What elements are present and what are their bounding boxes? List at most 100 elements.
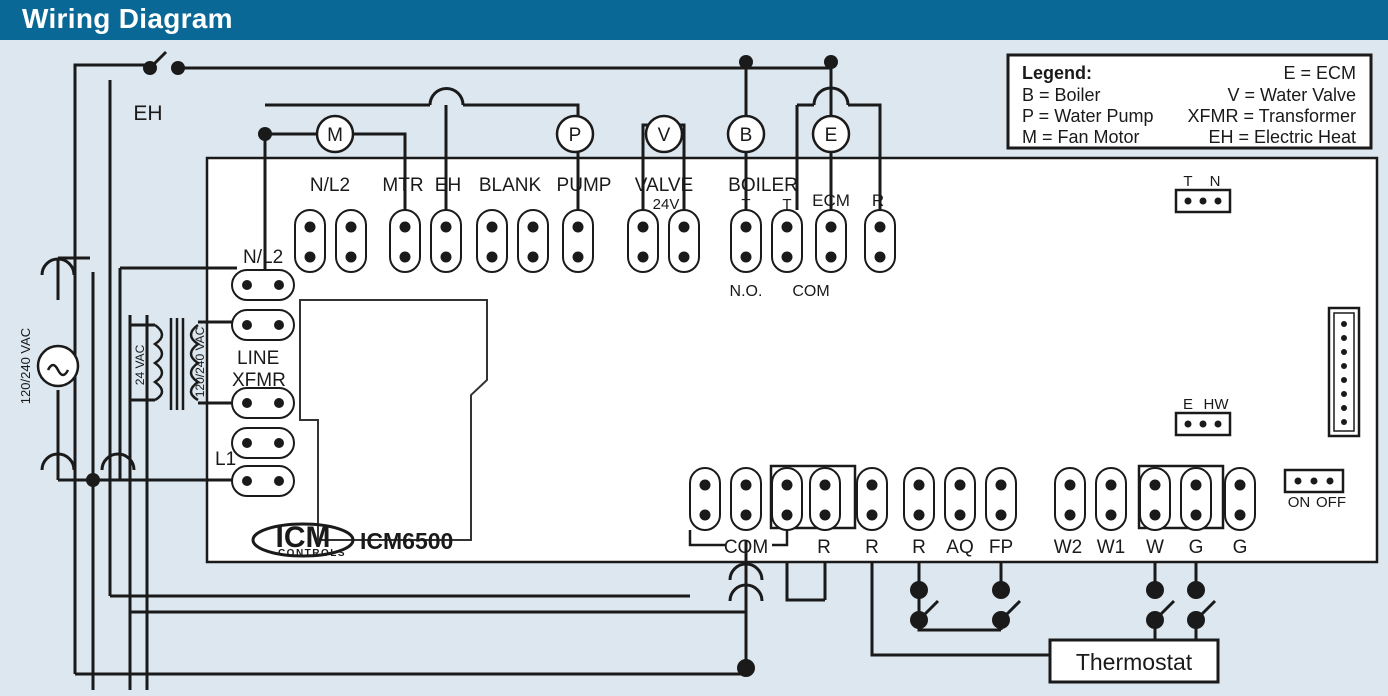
jumper-tn-label-n: N [1210, 173, 1221, 190]
legend-box: Legend: B = Boiler P = Water Pump M = Fa… [1006, 53, 1373, 150]
top-terminal-label-eh: EH [435, 175, 461, 196]
aq-switch[interactable] [910, 581, 940, 629]
top-terminal[interactable] [389, 209, 421, 273]
boiler-pin-label-right: T [782, 196, 791, 213]
wiring-diagram-page: Wiring Diagram M P V B E EH 120/240 VAC … [0, 0, 1388, 696]
bottom-terminal-label-r2: R [865, 537, 879, 558]
xfmr-secondary-coil [152, 323, 164, 402]
left-terminal-label-nl2: N/L2 [243, 247, 283, 268]
legend-entry-eh: EH = Electric Heat [1208, 127, 1356, 147]
bottom-terminal[interactable] [1224, 467, 1256, 531]
icm-logo-subtext: CONTROLS [278, 548, 346, 559]
top-terminal-label-valve: VALVE [635, 175, 693, 196]
g-switch-blade [1194, 599, 1217, 622]
bottom-terminal-label-w1: W1 [1097, 537, 1126, 558]
top-terminal[interactable] [335, 209, 367, 273]
bottom-terminal-label-r1: R [817, 537, 831, 558]
bottom-terminal[interactable] [771, 467, 803, 531]
top-terminal[interactable] [476, 209, 508, 273]
bottom-terminal-label-w: W [1146, 537, 1164, 558]
aq-switch-contact-top [910, 581, 928, 599]
w-switch[interactable] [1146, 581, 1176, 629]
fp-switch-contact-top [992, 581, 1010, 599]
top-terminal-label-r: R [872, 191, 884, 210]
top-terminal-label-ecm: ECM [812, 191, 850, 210]
eh-switch-blade [148, 50, 168, 70]
left-terminal-label-line: LINE [237, 348, 279, 369]
jumper-ehw-label-hw: HW [1204, 396, 1230, 413]
jumper-ehw[interactable]: E HW [1174, 396, 1232, 437]
fp-switch[interactable] [992, 581, 1022, 629]
bottom-terminal[interactable] [856, 467, 888, 531]
left-terminal[interactable] [231, 387, 295, 419]
w-switch-contact-top [1146, 581, 1164, 599]
top-terminal[interactable] [864, 209, 896, 273]
bottom-terminal-label-aq: AQ [946, 537, 973, 558]
wire-aq-fp-common [917, 562, 1001, 632]
jumper-ehw-label-e: E [1183, 396, 1193, 413]
junction-dot-bottom [737, 659, 755, 677]
top-terminal[interactable] [562, 209, 594, 273]
bottom-terminal[interactable] [1139, 467, 1171, 531]
g-switch[interactable] [1187, 581, 1217, 629]
g-switch-contact-top [1187, 581, 1205, 599]
bottom-terminal-label-r3: R [912, 537, 926, 558]
thermostat-switches [910, 581, 1217, 629]
left-terminal-label-l1: L1 [215, 449, 236, 470]
legend-entry-motor: M = Fan Motor [1022, 127, 1140, 147]
ac-source: 120/240 VAC [18, 328, 80, 404]
bottom-terminal[interactable] [1095, 467, 1127, 531]
junction-dot-left [86, 473, 100, 487]
legend-entry-valve: V = Water Valve [1227, 85, 1356, 105]
top-terminal-sublabel-valve-24v: 24V [653, 196, 680, 213]
transformer: 24 VAC 120/240 VAC [133, 318, 207, 410]
legend-entry-pump: P = Water Pump [1022, 106, 1154, 126]
bottom-terminal[interactable] [985, 467, 1017, 531]
diagram-canvas: M P V B E EH 120/240 VAC 24 VAC 120/240 … [18, 50, 1379, 690]
w-switch-blade [1153, 599, 1176, 622]
jumper-tn-label-t: T [1183, 173, 1192, 190]
xfmr-primary-label: 120/240 VAC [193, 326, 207, 397]
boiler-pin-label-left: T [741, 196, 750, 213]
jumper-onoff[interactable]: ON OFF [1283, 468, 1346, 511]
xfmr-secondary-label: 24 VAC [133, 344, 147, 385]
junction-dot-b [739, 55, 753, 69]
legend-entry-ecm: E = ECM [1283, 63, 1356, 83]
top-terminal[interactable] [294, 209, 326, 273]
legend-title: Legend: [1022, 63, 1092, 83]
bottom-terminal-label-g1: G [1189, 537, 1204, 558]
top-terminal-label-blank: BLANK [479, 175, 542, 196]
left-terminal[interactable] [231, 309, 295, 341]
boiler-symbol-label: B [740, 125, 753, 146]
bottom-terminal[interactable] [1054, 467, 1086, 531]
bottom-terminal[interactable] [944, 467, 976, 531]
jumper-onoff-label-off: OFF [1316, 494, 1346, 511]
bottom-terminal-label-w2: W2 [1054, 537, 1083, 558]
ac-source-label: 120/240 VAC [18, 328, 33, 404]
left-terminal[interactable] [231, 269, 295, 301]
top-terminal[interactable] [627, 209, 659, 273]
wire-hop-1 [428, 87, 465, 106]
left-terminal[interactable] [231, 427, 295, 459]
thermostat-box[interactable]: Thermostat [1048, 638, 1220, 684]
top-terminal[interactable] [430, 209, 462, 273]
bottom-terminal[interactable] [809, 467, 841, 531]
bottom-terminal-label-fp: FP [989, 537, 1013, 558]
bottom-terminal[interactable] [689, 467, 721, 531]
motor-symbol-label: M [327, 125, 343, 146]
ribbon-connector[interactable] [1327, 306, 1361, 438]
boiler-sublabel-no: N.O. [730, 283, 763, 300]
wire-r-jumper [785, 562, 825, 602]
top-terminal[interactable] [771, 209, 803, 273]
bottom-terminal[interactable] [1180, 467, 1212, 531]
top-terminal[interactable] [517, 209, 549, 273]
legend-entry-boiler: B = Boiler [1022, 85, 1101, 105]
bottom-terminal[interactable] [730, 467, 762, 531]
top-terminal[interactable] [730, 209, 762, 273]
eh-switch-contact-right [171, 61, 185, 75]
left-terminal[interactable] [231, 465, 295, 497]
top-terminal[interactable] [815, 209, 847, 273]
bottom-terminal[interactable] [903, 467, 935, 531]
bottom-terminal-label-com: COM [724, 537, 768, 558]
top-terminal[interactable] [668, 209, 700, 273]
